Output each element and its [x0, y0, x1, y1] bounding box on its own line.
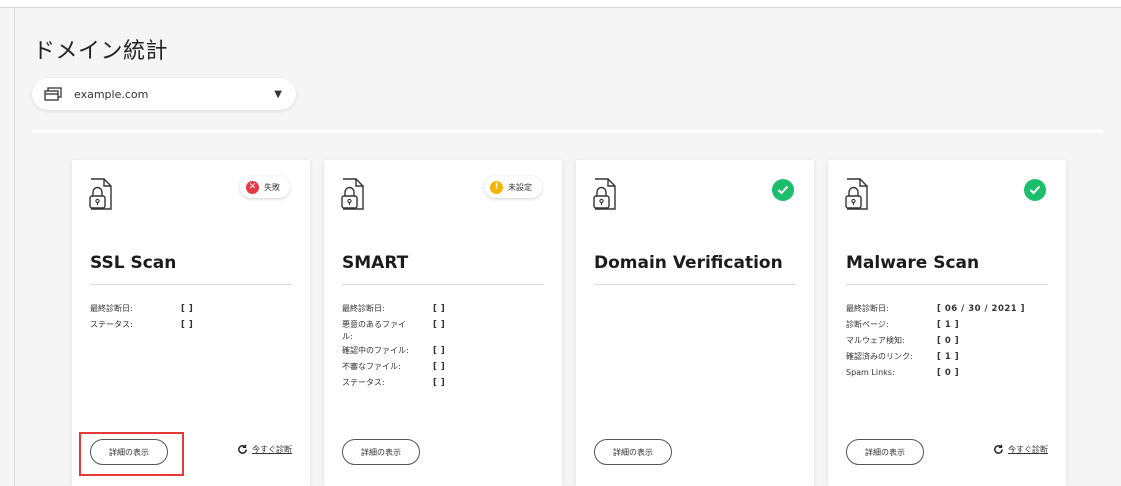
view-details-button[interactable]: 詳細の表示 — [342, 439, 420, 465]
locked-document-icon — [340, 177, 366, 211]
stat-label: 不審なファイル: — [342, 362, 401, 371]
stat-value: [ ] — [433, 362, 446, 372]
warning-exclamation-icon: ! — [490, 180, 503, 194]
scan-now-label: 今すぐ診断 — [1008, 445, 1048, 454]
card-title: SSL Scan — [90, 253, 177, 273]
status-badge: ✕ 失敗 — [240, 176, 290, 198]
locked-document-icon — [844, 177, 870, 211]
scan-now-link[interactable]: 今すぐ診断 — [993, 444, 1048, 455]
scan-now-link[interactable]: 今すぐ診断 — [237, 444, 292, 455]
stat-row: Spam Links: [ 0 ] — [846, 367, 1052, 381]
stat-row: マルウェア検知: [ 0 ] — [846, 335, 1052, 349]
card-title: Malware Scan — [846, 253, 980, 273]
success-check-icon — [1024, 179, 1046, 201]
stat-value: [ 06 / 30 / 2021 ] — [937, 304, 1026, 314]
card-domain-verification: Domain Verification 詳細の表示 — [576, 160, 814, 486]
card-smart: ! 未設定 SMART 最終診断日: [ ] 悪意のあるファイル: [ ] 確認… — [324, 160, 562, 486]
stat-label: 最終診断日: — [342, 304, 385, 313]
stats-list: 最終診断日: [ ] 悪意のあるファイル: [ ] 確認中のファイル: [ ] … — [342, 303, 548, 393]
locked-document-icon — [592, 177, 618, 211]
stat-value: [ ] — [181, 304, 194, 314]
stat-value: [ ] — [433, 304, 446, 314]
card-divider — [594, 284, 796, 285]
stat-value: [ ] — [433, 320, 446, 330]
card-malware-scan: Malware Scan 最終診断日: [ 06 / 30 / 2021 ] 診… — [828, 160, 1066, 486]
stat-value: [ 1 ] — [937, 320, 960, 330]
stat-value: [ ] — [181, 320, 194, 330]
stat-label: マルウェア検知: — [846, 336, 905, 345]
stat-row: ステータス: [ ] — [90, 319, 296, 333]
stat-value: [ ] — [433, 346, 446, 356]
stat-label: 確認済みのリンク: — [846, 352, 913, 361]
stat-label: Spam Links: — [846, 368, 895, 377]
stat-row: 診断ページ: [ 1 ] — [846, 319, 1052, 333]
stat-label: 悪意のあるファイル: — [342, 320, 406, 341]
domain-select-value: example.com — [74, 87, 149, 101]
success-check-icon — [772, 179, 794, 201]
stat-row: 最終診断日: [ 06 / 30 / 2021 ] — [846, 303, 1052, 317]
stat-value: [ 0 ] — [937, 336, 960, 346]
card-ssl-scan: ✕ 失敗 SSL Scan 最終診断日: [ ] ステータス: [ ] 詳細の表… — [72, 160, 310, 486]
stat-label: 最終診断日: — [846, 304, 889, 313]
stat-label: 最終診断日: — [90, 304, 133, 313]
card-title: Domain Verification — [594, 253, 783, 273]
scan-now-label: 今すぐ診断 — [252, 445, 292, 454]
stat-row: 最終診断日: [ ] — [342, 303, 548, 317]
domain-select[interactable]: example.com ▼ — [32, 78, 296, 110]
stat-label: ステータス: — [342, 378, 385, 387]
error-x-icon: ✕ — [246, 180, 259, 194]
stat-row: 不審なファイル: [ ] — [342, 361, 548, 375]
card-divider — [342, 284, 544, 285]
stat-row: 確認済みのリンク: [ 1 ] — [846, 351, 1052, 365]
caret-down-icon: ▼ — [274, 88, 282, 100]
top-frame-bar — [0, 0, 1121, 8]
page-title: ドメイン統計 — [33, 39, 169, 64]
stat-value: [ 0 ] — [937, 368, 960, 378]
stat-label: 診断ページ: — [846, 320, 889, 329]
stat-label: ステータス: — [90, 320, 133, 329]
card-divider — [846, 284, 1048, 285]
window-stack-icon — [44, 87, 62, 101]
refresh-icon — [237, 444, 248, 455]
stats-list: 最終診断日: [ ] ステータス: [ ] — [90, 303, 296, 335]
card-divider — [90, 284, 292, 285]
view-details-button[interactable]: 詳細の表示 — [594, 439, 672, 465]
status-badge: ! 未設定 — [484, 176, 542, 198]
stat-label: 確認中のファイル: — [342, 346, 409, 355]
stat-row: ステータス: [ ] — [342, 377, 548, 391]
stat-row: 悪意のあるファイル: [ ] — [342, 319, 548, 343]
card-title: SMART — [342, 253, 409, 273]
locked-document-icon — [88, 177, 114, 211]
view-details-button[interactable]: 詳細の表示 — [90, 439, 168, 465]
status-badge-label: 未設定 — [508, 182, 532, 192]
status-badge-label: 失敗 — [264, 182, 280, 192]
stat-value: [ ] — [433, 378, 446, 388]
stats-list: 最終診断日: [ 06 / 30 / 2021 ] 診断ページ: [ 1 ] マ… — [846, 303, 1052, 383]
section-divider — [32, 130, 1102, 133]
view-details-button[interactable]: 詳細の表示 — [846, 439, 924, 465]
refresh-icon — [993, 444, 1004, 455]
stat-row: 確認中のファイル: [ ] — [342, 345, 548, 359]
stat-value: [ 1 ] — [937, 352, 960, 362]
left-frame-border — [14, 8, 15, 486]
stat-row: 最終診断日: [ ] — [90, 303, 296, 317]
